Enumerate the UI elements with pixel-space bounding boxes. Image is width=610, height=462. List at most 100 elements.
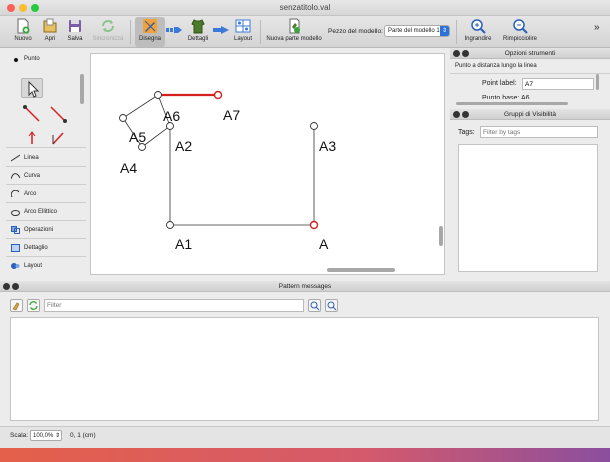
line-point-tool[interactable]	[21, 104, 43, 124]
diagonal-line-tool-icon	[23, 105, 40, 122]
point-label-input[interactable]	[522, 78, 594, 90]
tags-label: Tags:	[458, 129, 475, 136]
pattern-piece-select[interactable]: Parte del modello 1 ⇕	[384, 25, 450, 37]
tool-options-subtitle: Punto a distanza lungo la linea	[455, 63, 537, 69]
details-mode-button[interactable]: Dettagli	[184, 17, 212, 47]
sync-label: Sincronizza	[92, 36, 124, 42]
select-pointer-tool[interactable]	[21, 78, 43, 98]
point-label-caption: Point label:	[482, 80, 517, 87]
tool-options-vertical-scrollbar[interactable]	[596, 74, 599, 90]
point-label-a5[interactable]: A5	[129, 129, 146, 145]
zoom-in-label: Ingrandire	[464, 36, 492, 42]
layout-mode-label: Layout	[233, 36, 252, 42]
messages-list[interactable]	[10, 317, 599, 421]
dock-close-icon[interactable]	[3, 283, 10, 290]
canvas-vertical-scrollbar[interactable]	[439, 226, 443, 246]
arrow-right-icon	[213, 26, 229, 34]
divider	[450, 73, 610, 74]
dock-float-icon[interactable]	[462, 50, 469, 57]
title-bar: senzatitolo.val	[0, 0, 610, 16]
bisector-point-tool[interactable]	[47, 130, 69, 146]
point-label-a4[interactable]: A4	[120, 160, 137, 176]
messages-zoom-in-button[interactable]	[308, 299, 321, 312]
layout-mode-button[interactable]: Layout	[230, 17, 256, 47]
tab-arc-label: Arco	[24, 191, 37, 197]
zoom-out-button[interactable]: Rimpicciolire	[498, 17, 542, 47]
sync-icon	[102, 20, 114, 32]
scale-value: 100,0%	[33, 433, 54, 439]
canvas-horizontal-scrollbar[interactable]	[327, 268, 395, 272]
auto-refresh-button[interactable]	[27, 299, 40, 312]
visibility-groups-list[interactable]	[458, 144, 598, 272]
dock-float-icon[interactable]	[462, 111, 469, 118]
spin-arrows-icon[interactable]: ⇕	[55, 431, 60, 441]
clear-messages-button[interactable]	[10, 299, 23, 312]
point-label-a6[interactable]: A6	[163, 108, 180, 124]
tab-line-tools[interactable]: Linea	[6, 149, 86, 167]
toolbar-overflow-button[interactable]: »	[594, 22, 600, 33]
point-label-a[interactable]: A	[319, 236, 329, 252]
visibility-dock-title: Gruppi di Visibilità	[450, 109, 610, 120]
details-shirt-icon	[191, 19, 205, 34]
dock-controls	[3, 283, 21, 294]
tool-options-horizontal-scrollbar[interactable]	[456, 102, 568, 105]
point-a3[interactable]	[310, 122, 318, 130]
refresh-icon	[29, 301, 38, 310]
new-pattern-piece-button[interactable]: Nuova parte modello	[264, 17, 324, 47]
new-pattern-piece-label: Nuova parte modello	[266, 36, 322, 42]
sync-button[interactable]: Sincronizza	[89, 17, 127, 47]
point-label-a2[interactable]: A2	[175, 138, 192, 154]
point-section-title: Punto	[24, 56, 40, 62]
save-button[interactable]: Salva	[63, 17, 87, 47]
draw-mode-button[interactable]: Disegna	[135, 17, 165, 47]
point-a6[interactable]	[154, 91, 162, 99]
minimize-window-button[interactable]	[19, 4, 27, 12]
segment-a2-a4[interactable]	[141, 125, 171, 148]
zoom-window-button[interactable]	[31, 4, 39, 12]
dock-float-icon[interactable]	[12, 283, 19, 290]
main-toolbar: Nuovo Apri Salva Sincronizza Disegna Det…	[0, 16, 610, 48]
point-a5[interactable]	[119, 114, 127, 122]
along-line-point-tool[interactable]	[47, 104, 69, 124]
tab-elliptic-arc-tools[interactable]: Arco Ellittico	[6, 203, 86, 221]
scale-spinbox[interactable]: 100,0% ⇕	[30, 430, 62, 441]
dock-close-icon[interactable]	[453, 111, 460, 118]
application-window: senzatitolo.val Nuovo Apri Salva Sincron…	[0, 0, 610, 448]
toolbar-separator	[456, 20, 457, 44]
tab-arc-tools[interactable]: Arco	[6, 185, 86, 203]
tab-curve-tools[interactable]: Curva	[6, 167, 86, 185]
point-a1[interactable]	[166, 221, 174, 229]
close-window-button[interactable]	[7, 4, 15, 12]
cursor-coordinates: 0, 1 (cm)	[70, 432, 96, 439]
point-tools-section: Punto	[6, 52, 86, 148]
messages-filter-input[interactable]	[44, 299, 304, 312]
point-label-a3[interactable]: A3	[319, 138, 336, 154]
new-button[interactable]: Nuovo	[10, 17, 36, 47]
point-label-a7[interactable]: A7	[223, 107, 240, 123]
tools-scrollbar[interactable]	[80, 74, 84, 104]
tags-filter-input[interactable]	[480, 126, 598, 138]
dock-close-icon[interactable]	[453, 50, 460, 57]
open-button[interactable]: Apri	[38, 17, 62, 47]
point-label-a1[interactable]: A1	[175, 236, 192, 252]
vertical-arrow-tool-icon	[28, 131, 36, 144]
drawing-canvas[interactable]: A A1 A2 A3 A4 A5 A6 A7	[90, 53, 445, 275]
visibility-title: Gruppi di Visibilità	[504, 111, 556, 118]
perpendicular-point-tool[interactable]	[21, 130, 43, 146]
pattern-drawing[interactable]: A A1 A2 A3 A4 A5 A6 A7	[91, 54, 445, 275]
pattern-piece-label: Pezzo del modello:	[328, 28, 383, 35]
segment-a5-a6[interactable]	[122, 94, 159, 119]
pattern-messages-title: Pattern messages	[278, 283, 332, 290]
toolbar-separator	[260, 20, 261, 44]
tab-layout-tools[interactable]: Layout	[6, 257, 86, 275]
tab-detail-tools[interactable]: Dettaglio	[6, 239, 86, 257]
tab-elliptic-arc-label: Arco Ellittico	[24, 209, 58, 215]
zoom-in-button[interactable]: Ingrandire	[460, 17, 496, 47]
tab-operations-tools[interactable]: Operazioni	[6, 221, 86, 239]
messages-zoom-out-button[interactable]	[325, 299, 338, 312]
point-a7[interactable]	[213, 90, 223, 100]
pattern-piece-value: Parte del modello 1	[388, 28, 440, 34]
zoom-in-icon	[310, 301, 320, 311]
point-a[interactable]	[309, 220, 319, 230]
operations-icon	[11, 226, 20, 234]
